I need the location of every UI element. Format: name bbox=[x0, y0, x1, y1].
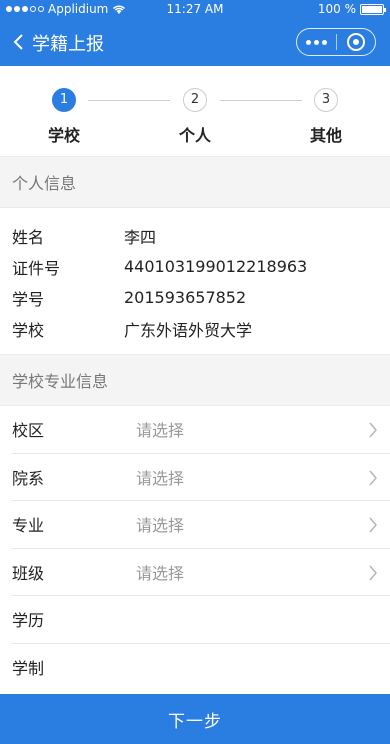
select-placeholder: 请选择 bbox=[136, 563, 185, 583]
select-label: 学制 bbox=[12, 659, 45, 679]
select-placeholder: 请选择 bbox=[136, 516, 185, 536]
info-label: 学号 bbox=[12, 289, 45, 309]
chevron-left-icon[interactable] bbox=[10, 32, 30, 52]
chevron-right-icon bbox=[369, 470, 377, 485]
info-row-student-id: 学号 201593657852 bbox=[0, 282, 390, 313]
program-length-row: 学制 bbox=[12, 644, 390, 692]
info-value: 李四 bbox=[124, 227, 157, 247]
top-bar: Applidium 11:27 AM 100 % 学籍上报 bbox=[0, 0, 390, 66]
education-level-row: 学历 bbox=[12, 596, 390, 644]
page-title: 学籍上报 bbox=[32, 34, 104, 55]
class-select[interactable]: 班级 请选择 bbox=[12, 549, 390, 596]
info-value: 440103199012218963 bbox=[124, 257, 308, 276]
school-info-list: 校区 请选择 院系 请选择 专业 请选择 班级 请选择 学历 学制 bbox=[0, 406, 390, 691]
battery-icon bbox=[360, 3, 386, 15]
step-3-label: 其他 bbox=[309, 126, 342, 145]
info-row-name: 姓名 李四 bbox=[0, 220, 390, 251]
select-label: 校区 bbox=[12, 421, 45, 441]
step-1-circle: 1 bbox=[52, 88, 76, 112]
nav-bar: 学籍上报 bbox=[0, 20, 390, 66]
info-value: 广东外语外贸大学 bbox=[124, 320, 253, 340]
step-connector-1 bbox=[88, 100, 170, 101]
step-3-circle: 3 bbox=[314, 88, 338, 112]
chevron-right-icon bbox=[369, 422, 377, 438]
info-label: 姓名 bbox=[12, 227, 45, 247]
mini-program-capsule bbox=[296, 28, 376, 56]
personal-info-list: 姓名 李四 证件号 440103199012218963 学号 20159365… bbox=[0, 208, 390, 354]
close-target-icon[interactable] bbox=[337, 29, 375, 55]
step-connector-2 bbox=[220, 100, 302, 101]
chevron-right-icon bbox=[369, 517, 377, 533]
info-label: 证件号 bbox=[12, 258, 61, 278]
info-row-id-number: 证件号 440103199012218963 bbox=[0, 251, 390, 282]
department-select[interactable]: 院系 请选择 bbox=[12, 454, 390, 501]
select-placeholder: 请选择 bbox=[136, 421, 185, 441]
chevron-right-icon bbox=[369, 565, 377, 580]
status-bar: Applidium 11:27 AM 100 % bbox=[0, 0, 390, 20]
select-label: 院系 bbox=[12, 468, 45, 488]
next-step-button[interactable]: 下一步 bbox=[0, 694, 390, 744]
step-2-label: 个人 bbox=[178, 126, 211, 145]
more-icon[interactable] bbox=[297, 29, 336, 55]
select-placeholder: 请选择 bbox=[136, 468, 185, 488]
battery-percent: 100 % bbox=[317, 2, 356, 16]
info-label: 学校 bbox=[12, 320, 45, 340]
school-section-header: 学校专业信息 bbox=[0, 354, 390, 406]
personal-section-header: 个人信息 bbox=[0, 156, 390, 208]
major-select[interactable]: 专业 请选择 bbox=[12, 501, 390, 549]
step-2-circle: 2 bbox=[183, 88, 207, 112]
step-1-label: 学校 bbox=[47, 126, 80, 145]
select-label: 专业 bbox=[12, 516, 45, 536]
step-indicator: 1 2 3 学校 个人 其他 bbox=[0, 66, 390, 156]
status-right: 100 % bbox=[317, 2, 386, 16]
campus-select[interactable]: 校区 请选择 bbox=[12, 406, 390, 454]
info-value: 201593657852 bbox=[124, 288, 247, 307]
select-label: 班级 bbox=[12, 563, 45, 583]
info-row-school: 学校 广东外语外贸大学 bbox=[0, 313, 390, 344]
select-label: 学历 bbox=[12, 611, 45, 631]
